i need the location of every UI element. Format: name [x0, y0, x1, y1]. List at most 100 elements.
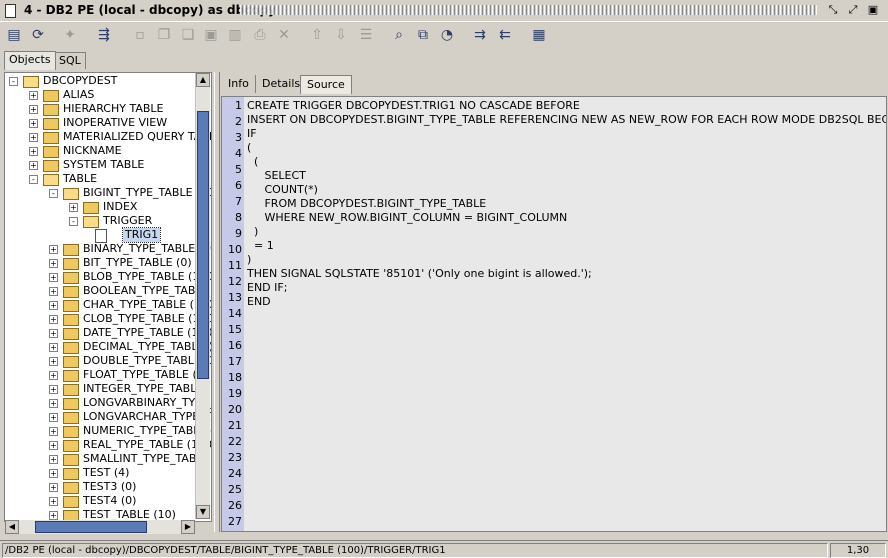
expand-icon[interactable]: +: [69, 203, 78, 212]
paste-icon[interactable]: ❏: [178, 25, 198, 45]
tree-node[interactable]: + LONGVARCHAR_TYPE_TAB: [5, 410, 211, 424]
properties-icon[interactable]: ▤: [4, 25, 24, 45]
tree-node[interactable]: + HIERARCHY TABLE: [5, 102, 195, 116]
tree-node[interactable]: - BIGINT_TYPE_TABLE (100): [5, 186, 211, 200]
expand-icon[interactable]: +: [49, 343, 58, 352]
find-icon[interactable]: ⌕: [389, 25, 409, 45]
expand-icon[interactable]: +: [29, 147, 38, 156]
code-line[interactable]: SELECT: [247, 169, 305, 183]
pane-splitter[interactable]: [214, 72, 220, 532]
migrate-icon[interactable]: ⇶: [94, 25, 114, 45]
expand-icon[interactable]: +: [49, 511, 58, 520]
collapse-icon[interactable]: -: [29, 175, 38, 184]
title-bar-grip[interactable]: [240, 5, 818, 15]
down-icon[interactable]: ⇩: [331, 25, 351, 45]
close-icon[interactable]: ▣: [866, 3, 880, 17]
code-line[interactable]: END IF;: [247, 281, 287, 295]
expand-icon[interactable]: +: [29, 119, 38, 128]
expand-icon[interactable]: +: [49, 301, 58, 310]
print-icon[interactable]: ⎙: [250, 25, 270, 45]
expand-icon[interactable]: +: [49, 385, 58, 394]
run-icon[interactable]: ✦: [60, 25, 80, 45]
tree-node[interactable]: + BLOB_TYPE_TABLE (100): [5, 270, 211, 284]
tree-node[interactable]: + FLOAT_TYPE_TABLE (100): [5, 368, 211, 382]
tree-node[interactable]: + DOUBLE_TYPE_TABLE (100: [5, 354, 211, 368]
code-line[interactable]: = 1: [247, 239, 274, 253]
hscroll-thumb[interactable]: [35, 521, 147, 533]
tree-node[interactable]: + DECIMAL_TYPE_TABLE (10: [5, 340, 211, 354]
expand-icon[interactable]: +: [49, 455, 58, 464]
tree-node[interactable]: - TABLE: [5, 172, 195, 186]
tree-node[interactable]: + BIT_TYPE_TABLE (0): [5, 256, 195, 270]
tree-node[interactable]: + INTEGER_TYPE_TABLE (10: [5, 382, 211, 396]
source-editor[interactable]: 1 2 3 4 5 6 7 8 9 10 11 12 13 14 15 16 17 18 19 20 21 22 23 24 2…: [221, 96, 887, 532]
tree-node[interactable]: + DATE_TYPE_TABLE (100): [5, 326, 211, 340]
list-icon[interactable]: ☰: [356, 25, 376, 45]
code-line[interactable]: CREATE TRIGGER DBCOPYDEST.TRIG1 NO CASCA…: [247, 99, 580, 113]
save-icon[interactable]: ▣: [201, 25, 221, 45]
import-icon[interactable]: ⇇: [495, 25, 515, 45]
history-icon[interactable]: ◔: [437, 25, 457, 45]
code-line[interactable]: END: [247, 295, 271, 309]
expand-icon[interactable]: +: [49, 497, 58, 506]
save-as-icon[interactable]: ▥: [225, 25, 245, 45]
scroll-up-icon[interactable]: ▲: [196, 73, 210, 87]
expand-icon[interactable]: +: [49, 469, 58, 478]
code-line[interactable]: WHERE NEW_ROW.BIGINT_COLUMN = BIGINT_COL…: [247, 211, 567, 225]
collapse-icon[interactable]: -: [49, 189, 58, 198]
code-line[interactable]: FROM DBCOPYDEST.BIGINT_TYPE_TABLE: [247, 197, 486, 211]
tab-info[interactable]: Info: [222, 75, 256, 93]
expand-icon[interactable]: +: [49, 329, 58, 338]
tree-node[interactable]: + SMALLINT_TYPE_TABLE (1: [5, 452, 211, 466]
expand-icon[interactable]: +: [49, 399, 58, 408]
expand-icon[interactable]: +: [49, 259, 58, 268]
tree-node[interactable]: + REAL_TYPE_TABLE (100): [5, 438, 211, 452]
tree-node[interactable]: + BOOLEAN_TYPE_TABLE (1(: [5, 284, 211, 298]
compare-icon[interactable]: ⧉: [413, 25, 433, 45]
tree-node[interactable]: + NICKNAME: [5, 144, 195, 158]
expand-icon[interactable]: +: [49, 371, 58, 380]
scroll-down-icon[interactable]: ▼: [196, 505, 210, 519]
export-icon[interactable]: ⇉: [470, 25, 490, 45]
expand-icon[interactable]: +: [49, 273, 58, 282]
code-line[interactable]: THEN SIGNAL SQLSTATE '85101' ('Only one …: [247, 267, 592, 281]
expand-icon[interactable]: +: [29, 105, 38, 114]
code-line[interactable]: ): [247, 253, 251, 267]
scroll-left-icon[interactable]: ◀: [5, 520, 19, 534]
copy-icon[interactable]: ❐: [154, 25, 174, 45]
collapse-icon[interactable]: -: [69, 217, 78, 226]
code-line[interactable]: (: [247, 155, 258, 169]
collapse-icon[interactable]: -: [9, 77, 18, 86]
expand-icon[interactable]: +: [49, 245, 58, 254]
code-area[interactable]: CREATE TRIGGER DBCOPYDEST.TRIG1 NO CASCA…: [244, 97, 886, 531]
tree-node[interactable]: + CLOB_TYPE_TABLE (100): [5, 312, 211, 326]
code-line[interactable]: COUNT(*): [247, 183, 317, 197]
expand-icon[interactable]: +: [49, 427, 58, 436]
tab-sql[interactable]: SQL: [54, 52, 86, 69]
tree-node[interactable]: - DBCOPYDEST: [5, 74, 195, 88]
tree-node[interactable]: + ALIAS: [5, 88, 195, 102]
expand-icon[interactable]: +: [29, 91, 38, 100]
maximize-icon[interactable]: ⤢: [846, 3, 860, 17]
tab-objects[interactable]: Objects: [4, 51, 56, 70]
delete-icon[interactable]: ✕: [274, 25, 294, 45]
tree-node[interactable]: TRIG1: [5, 227, 195, 243]
expand-icon[interactable]: +: [49, 483, 58, 492]
tree-node[interactable]: - TRIGGER: [5, 214, 195, 228]
tree-node[interactable]: + MATERIALIZED QUERY TABLE: [5, 130, 211, 144]
refresh-icon[interactable]: ⟳: [28, 25, 48, 45]
restore-icon[interactable]: ⤡: [826, 3, 840, 17]
tree-node[interactable]: + INDEX: [5, 200, 195, 214]
scroll-thumb[interactable]: [197, 111, 209, 379]
tree-node[interactable]: + TEST4 (0): [5, 494, 195, 508]
expand-icon[interactable]: +: [49, 287, 58, 296]
expand-icon[interactable]: +: [29, 161, 38, 170]
expand-icon[interactable]: +: [49, 413, 58, 422]
tree-node[interactable]: + BINARY_TYPE_TABLE (100: [5, 242, 211, 256]
tree-vertical-scrollbar[interactable]: ▲ ▼: [195, 73, 210, 519]
expand-icon[interactable]: +: [49, 315, 58, 324]
tree-node[interactable]: + TEST (4): [5, 466, 195, 480]
tree-node[interactable]: + NUMERIC_TYPE_TABLE (1(: [5, 424, 211, 438]
tree-node[interactable]: + SYSTEM TABLE: [5, 158, 195, 172]
expand-icon[interactable]: +: [49, 357, 58, 366]
